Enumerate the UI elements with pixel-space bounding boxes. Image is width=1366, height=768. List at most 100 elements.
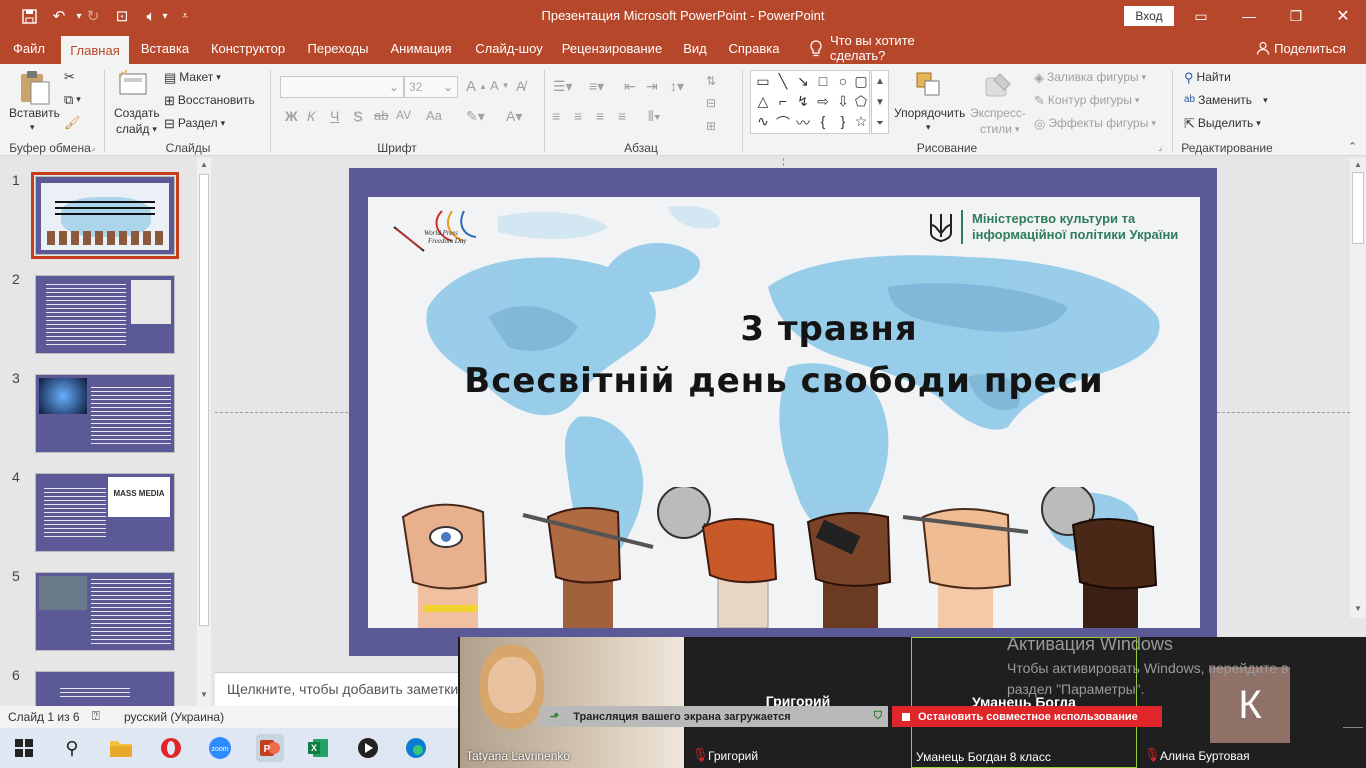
text-direction-icon[interactable]: ⇅ [706, 74, 716, 88]
spellcheck-icon[interactable]: ⍰ [92, 708, 100, 724]
file-explorer-icon[interactable] [107, 734, 135, 762]
align-right-icon[interactable]: ≡ [596, 108, 604, 124]
tab-file[interactable]: Файл [6, 32, 52, 64]
scroll-up-icon[interactable]: ▲ [200, 160, 208, 169]
slide-scrollbar[interactable]: ▲ ▼ [1350, 158, 1366, 618]
edge-browser-icon[interactable] [402, 734, 430, 762]
slide-thumbnail-1[interactable] [31, 172, 179, 259]
justify-icon[interactable]: ≡ [618, 108, 626, 124]
layout-button[interactable]: ▤ Макет ▾ [164, 70, 221, 84]
align-text-icon[interactable]: ⊟ [706, 96, 716, 110]
pentagon-shape-icon[interactable]: ⬠ [851, 93, 871, 110]
tell-me-search[interactable]: Что вы хотите сделать? [830, 32, 966, 64]
shadow-button[interactable]: S [353, 108, 362, 124]
strikethrough-button[interactable]: ab [374, 108, 388, 123]
find-button[interactable]: ⚲ Найти [1184, 70, 1231, 84]
stop-share-button[interactable]: Остановить совместное использование [892, 706, 1162, 727]
char-spacing-button[interactable]: AV [396, 108, 411, 122]
person-icon[interactable] [1254, 32, 1272, 64]
select-button[interactable]: ⇱ Выделить ▾ [1184, 116, 1261, 130]
arrange-button[interactable]: Упорядочить [894, 106, 965, 120]
slide-canvas[interactable]: World Press Freedom Day Міністерство кул… [349, 168, 1217, 656]
star-shape-icon[interactable]: ☆ [851, 113, 871, 130]
font-name-combo[interactable]: ⌄ [280, 76, 404, 98]
right-arrow-shape-icon[interactable]: ⇨ [813, 93, 833, 110]
windows-start-icon[interactable] [10, 734, 38, 762]
reset-button[interactable]: ⊞ Восстановить [164, 93, 255, 107]
arrow-shape-icon[interactable]: ↘ [793, 73, 813, 90]
decrease-indent-icon[interactable]: ⇤ [624, 78, 636, 95]
participant-tile-umanets[interactable]: Уманець Богда Уманець Богдан 8 класс [911, 637, 1137, 768]
curve-connector-icon[interactable]: ↯ [793, 93, 813, 110]
triangle-shape-icon[interactable]: △ [753, 93, 773, 110]
shape-outline-button[interactable]: ✎ Контур фигуры ▾ [1034, 93, 1139, 107]
shapes-gallery[interactable]: ▭ ╲ ↘ □ ○ ▢ △ ⌐ ↯ ⇨ ⇩ ⬠ ∿ ⌒ 〰 { } ☆ [750, 70, 870, 134]
curve-shape-icon[interactable]: ⌒ [773, 113, 793, 133]
decrease-font-icon[interactable]: A ▼ [490, 78, 510, 93]
align-center-icon[interactable]: ≡ [574, 108, 582, 124]
new-slide-button[interactable]: Создать [114, 106, 160, 120]
bullets-icon[interactable]: ☰▾ [553, 78, 573, 95]
minimize-icon[interactable]: — [1226, 0, 1272, 32]
line-shape-icon[interactable]: ╲ [773, 73, 793, 90]
ribbon-display-icon[interactable]: ▭ [1178, 0, 1224, 32]
participant-video-tatyana[interactable]: Tatyana Lavrinenko [460, 637, 684, 768]
media-player-icon[interactable] [354, 734, 382, 762]
underline-button[interactable]: Ч [330, 108, 339, 124]
scroll-down-icon[interactable]: ▼ [200, 690, 208, 699]
columns-icon[interactable]: ⫴▾ [648, 108, 661, 125]
scroll-thumb[interactable] [199, 174, 209, 626]
scroll-down-icon[interactable]: ▼ [1354, 604, 1362, 613]
bold-button[interactable]: Ж [285, 108, 298, 124]
tab-insert[interactable]: Вставка [136, 32, 194, 64]
quick-styles-icon[interactable] [984, 70, 1014, 100]
shapes-scroll[interactable]: ▲ ▼ ⏷ [871, 70, 889, 134]
textbox-shape-icon[interactable]: ▭ [753, 73, 773, 90]
tab-animations[interactable]: Анимация [385, 32, 457, 64]
section-button[interactable]: ⊟ Раздел ▾ [164, 116, 225, 130]
quick-styles-button[interactable]: Экспресс- [970, 106, 1026, 120]
tab-home[interactable]: Главная [61, 36, 129, 64]
scroll-up-icon[interactable]: ▲ [1354, 160, 1362, 169]
rectangle-shape-icon[interactable]: □ [813, 73, 833, 89]
smartart-icon[interactable]: ⊞ [706, 119, 716, 133]
numbering-icon[interactable]: ≡▾ [589, 78, 604, 95]
align-left-icon[interactable]: ≡ [552, 108, 560, 124]
clear-format-icon[interactable]: A̸ [516, 78, 525, 94]
paste-icon[interactable] [18, 70, 52, 106]
tab-design[interactable]: Конструктор [206, 32, 290, 64]
arrange-dropdown-icon[interactable]: ▾ [926, 122, 931, 133]
share-button[interactable]: Поделиться [1274, 32, 1346, 64]
line-spacing-icon[interactable]: ↕▾ [670, 78, 684, 95]
change-case-button[interactable]: Aa [426, 108, 442, 123]
collapse-ribbon-icon[interactable]: ⌃ [1348, 140, 1357, 153]
close-icon[interactable]: ✕ [1320, 0, 1366, 32]
tab-slideshow[interactable]: Слайд-шоу [470, 32, 548, 64]
copy-icon[interactable]: ⧉ ▾ [64, 93, 81, 106]
highlight-icon[interactable]: ✎▾ [466, 108, 485, 125]
brace-right-shape-icon[interactable]: } [833, 113, 853, 129]
notes-pane[interactable]: Щелкните, чтобы добавить заметки [215, 672, 460, 706]
new-slide-icon[interactable] [118, 70, 150, 98]
restore-icon[interactable]: ❐ [1273, 0, 1319, 32]
arrange-icon[interactable] [914, 70, 944, 100]
opera-browser-icon[interactable] [157, 734, 185, 762]
shape-effects-button[interactable]: ◎ Эффекты фигуры ▾ [1034, 116, 1156, 130]
down-arrow-shape-icon[interactable]: ⇩ [833, 93, 853, 110]
powerpoint-app-icon[interactable]: P [256, 734, 284, 762]
zoom-app-icon[interactable]: zoom [206, 734, 234, 762]
scroll-thumb[interactable] [1352, 172, 1364, 244]
tab-review[interactable]: Рецензирование [560, 32, 664, 64]
slide-thumbnail-4[interactable]: MASS MEDIA [35, 473, 175, 552]
slide-thumbnail-3[interactable] [35, 374, 175, 453]
paste-dropdown-icon[interactable]: ▾ [30, 122, 35, 133]
dialog-launcher-icon[interactable]: ⌟ [91, 142, 95, 153]
replace-button[interactable]: ab Заменить ▾ [1184, 93, 1268, 107]
brace-left-shape-icon[interactable]: { [813, 113, 833, 129]
thumbnails-scrollbar[interactable]: ▲ ▼ [197, 158, 211, 706]
search-icon[interactable]: ⚲ [58, 734, 86, 762]
freeform-shape-icon[interactable]: ∿ [753, 113, 773, 130]
shape-fill-button[interactable]: ◈ Заливка фигуры ▾ [1034, 70, 1146, 84]
paste-button[interactable]: Вставить [9, 106, 60, 120]
tab-view[interactable]: Вид [678, 32, 712, 64]
